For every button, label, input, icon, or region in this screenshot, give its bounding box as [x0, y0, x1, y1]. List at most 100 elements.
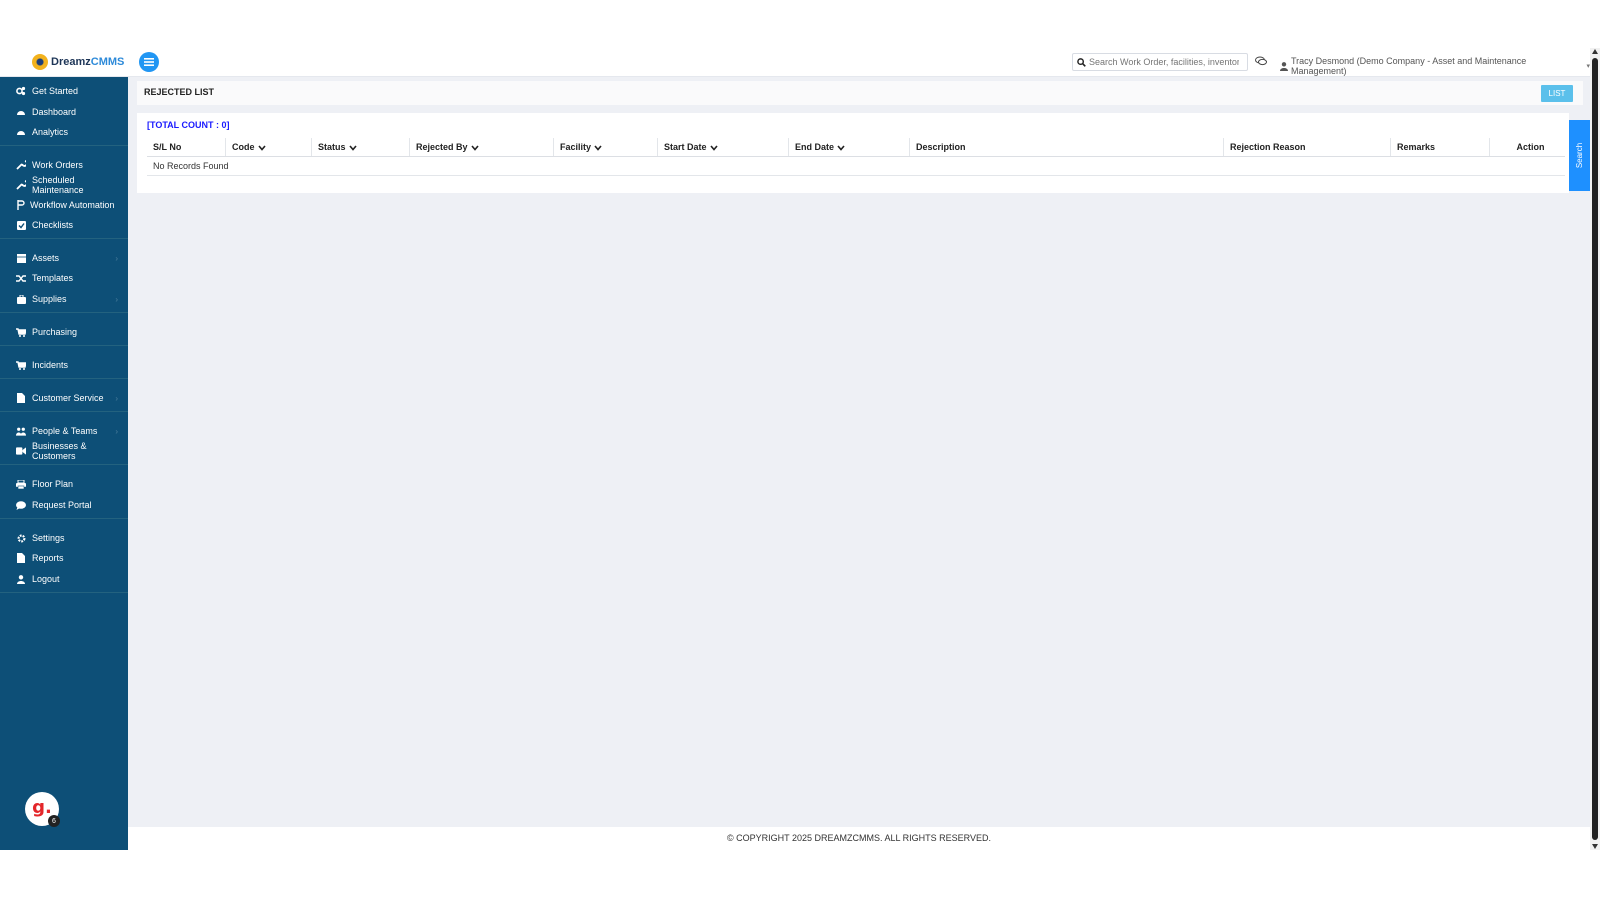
shuffle-icon — [16, 273, 26, 283]
sidebar-item-label: Customer Service — [32, 393, 104, 403]
global-search-input[interactable] — [1086, 57, 1239, 67]
sidebar-item-label: Get Started — [32, 86, 79, 96]
total-count: [TOTAL COUNT : 0] — [147, 120, 230, 130]
sidebar-divider — [0, 518, 128, 519]
cart-icon — [16, 327, 26, 337]
file-icon — [16, 553, 26, 563]
sidebar-item-label: Assets — [32, 253, 60, 263]
sidebar-item-label: Incidents — [32, 360, 69, 370]
search-panel-tab[interactable]: Search — [1569, 120, 1591, 191]
sidebar-item-label: Settings — [32, 533, 65, 543]
dashboard-icon — [16, 107, 26, 117]
chevron-down-icon — [348, 145, 357, 151]
sidebar-item-workflow-automation[interactable]: Workflow Automation — [0, 195, 128, 215]
sidebar-item-label: Request Portal — [32, 500, 92, 510]
sidebar-item-people-teams[interactable]: People & Teams › — [0, 421, 128, 441]
user-icon — [1280, 61, 1288, 71]
sidebar-item-label: Reports — [32, 553, 64, 563]
sidebar-item-dashboard[interactable]: Dashboard — [0, 102, 128, 122]
chevron-right-icon: › — [115, 294, 118, 304]
sidebar-item-purchasing[interactable]: Purchasing — [0, 322, 128, 342]
sidebar-item-analytics[interactable]: Analytics — [0, 122, 128, 142]
sidebar-divider — [0, 411, 128, 412]
column-header-code[interactable]: Code — [225, 138, 312, 157]
column-header-end-date[interactable]: End Date — [788, 138, 910, 157]
sidebar-item-checklists[interactable]: Checklists — [0, 215, 128, 235]
logo-gear-icon — [32, 54, 48, 70]
top-header: DreamzCMMS Tracy Desmond (De — [0, 48, 1590, 77]
column-header-remarks: Remarks — [1390, 138, 1490, 157]
logo[interactable]: DreamzCMMS — [32, 54, 124, 70]
sidebar-item-customer-service[interactable]: Customer Service › — [0, 388, 128, 408]
g2-review-badge[interactable]: g. 6 — [25, 792, 60, 827]
sidebar-divider — [0, 378, 128, 379]
search-icon — [1077, 57, 1086, 67]
scroll-up-icon[interactable] — [1592, 49, 1598, 54]
cogs-icon — [16, 86, 26, 96]
column-header-rejected-by[interactable]: Rejected By — [409, 138, 554, 157]
page-scrollbar[interactable] — [1590, 48, 1600, 850]
sidebar-item-label: Supplies — [32, 294, 67, 304]
chevron-down-icon — [837, 145, 845, 151]
sidebar-item-work-orders[interactable]: Work Orders — [0, 155, 128, 175]
app-root: DreamzCMMS Tracy Desmond (De — [0, 0, 1600, 900]
copyright-text: © COPYRIGHT 2025 DREAMZCMMS. ALL RIGHTS … — [726, 833, 992, 843]
sidebar-item-label: Floor Plan — [32, 479, 74, 489]
list-button[interactable]: LIST — [1541, 85, 1573, 102]
sidebar-item-label: Analytics — [32, 127, 69, 137]
sidebar-item-label: Purchasing — [32, 327, 78, 337]
column-header-description: Description — [909, 138, 1224, 157]
sidebar-item-settings[interactable]: Settings — [0, 528, 128, 548]
column-header-facility[interactable]: Facility — [553, 138, 658, 157]
sidebar-item-get-started[interactable]: Get Started — [0, 81, 128, 101]
sidebar-item-request-portal[interactable]: Request Portal — [0, 495, 128, 515]
column-header-status[interactable]: Status — [311, 138, 410, 157]
search-tab-label: Search — [1575, 142, 1585, 169]
chevron-down-icon — [594, 145, 602, 151]
sidebar-item-reports[interactable]: Reports — [0, 548, 128, 568]
global-search[interactable] — [1072, 53, 1248, 71]
sidebar-divider — [0, 592, 128, 593]
sidebar-item-businesses-customers[interactable]: Businesses & Customers — [0, 441, 128, 461]
menu-toggle-button[interactable] — [139, 52, 159, 72]
empty-message: No Records Found — [147, 156, 1565, 176]
analytics-icon — [16, 127, 26, 137]
scroll-down-icon[interactable] — [1592, 844, 1598, 849]
logo-text: DreamzCMMS — [51, 56, 125, 68]
user-menu[interactable]: Tracy Desmond (Demo Company - Asset and … — [1280, 56, 1590, 76]
cart-icon — [16, 360, 26, 370]
table-row: No Records Found — [147, 156, 1565, 176]
sidebar-item-templates[interactable]: Templates — [0, 268, 128, 288]
sidebar-item-floor-plan[interactable]: Floor Plan — [0, 474, 128, 494]
box-icon — [16, 294, 26, 304]
sidebar-item-label: Workflow Automation — [30, 200, 115, 210]
sidebar-item-logout[interactable]: Logout — [0, 569, 128, 589]
users-icon — [16, 426, 26, 436]
column-header-action: Action — [1489, 138, 1565, 157]
sidebar-item-assets[interactable]: Assets › — [0, 248, 128, 268]
chevron-right-icon: › — [115, 426, 118, 436]
sidebar-item-label: Scheduled Maintenance — [32, 175, 84, 195]
column-header-start-date[interactable]: Start Date — [657, 138, 789, 157]
chat-icon[interactable] — [1255, 56, 1267, 66]
sidebar-item-label: Templates — [32, 273, 74, 283]
rejected-list-table: S/L No Code Status Rejected By Facility … — [147, 138, 1565, 176]
sidebar-item-scheduled-maintenance[interactable]: Scheduled Maintenance — [0, 175, 128, 195]
footer: © COPYRIGHT 2025 DREAMZCMMS. ALL RIGHTS … — [128, 827, 1590, 850]
table-panel: [TOTAL COUNT : 0] S/L No Code Status Rej… — [137, 113, 1569, 193]
wrench-icon — [16, 160, 26, 170]
chevron-right-icon: › — [115, 393, 118, 403]
column-header-rejection-reason: Rejection Reason — [1223, 138, 1391, 157]
video-icon — [16, 446, 26, 456]
sidebar-divider — [0, 145, 128, 146]
sidebar-item-supplies[interactable]: Supplies › — [0, 289, 128, 309]
sidebar-divider — [0, 312, 128, 313]
sidebar-item-incidents[interactable]: Incidents — [0, 355, 128, 375]
table-header-row: S/L No Code Status Rejected By Facility … — [147, 138, 1565, 157]
column-header-sl-no: S/L No — [147, 138, 226, 157]
sidebar-divider — [0, 238, 128, 239]
notification-count: 6 — [48, 815, 60, 827]
sidebar-divider — [0, 464, 128, 465]
checkbox-icon — [16, 220, 26, 230]
scroll-thumb[interactable] — [1592, 58, 1598, 840]
